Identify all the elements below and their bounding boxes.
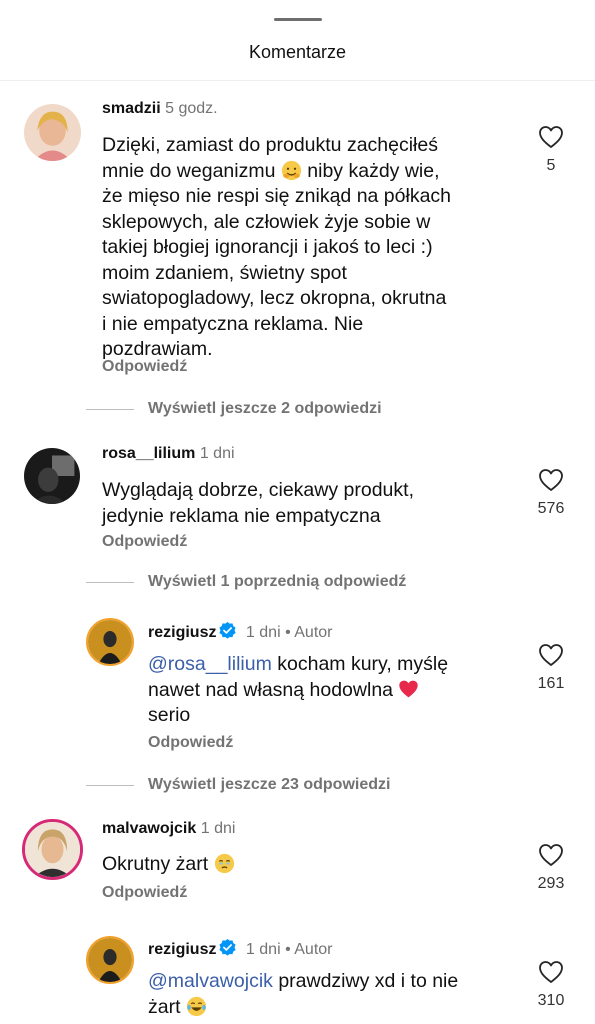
reply-button[interactable]: Odpowiedź	[148, 734, 233, 752]
comment-username[interactable]: rezigiusz	[148, 624, 216, 641]
comment-username[interactable]: malvawojcik	[102, 820, 196, 837]
comment-text: Wyglądają dobrze, ciekawy produkt, jedyn…	[102, 479, 414, 527]
comment-time: 1 dni	[200, 820, 236, 837]
avatar[interactable]	[24, 104, 81, 161]
avatar[interactable]	[24, 448, 80, 504]
mention-link[interactable]: @rosa__lilium	[148, 653, 272, 675]
view-previous-replies[interactable]: Wyświetl 1 poprzednią odpowiedź	[86, 571, 406, 593]
comment-time: 1 dni	[245, 624, 281, 641]
verified-badge-icon	[218, 938, 237, 957]
heart-outline-icon	[539, 844, 563, 866]
mention-link[interactable]: @malvawojcik	[148, 970, 273, 992]
comment-time: 5 godz.	[165, 100, 218, 117]
like-button[interactable]: 161	[529, 643, 573, 693]
header-divider	[0, 80, 595, 81]
view-more-replies[interactable]: Wyświetl jeszcze 23 odpowiedzi	[86, 774, 390, 796]
author-tag: • Autor	[285, 624, 333, 641]
avatar[interactable]	[86, 618, 134, 666]
like-count: 161	[537, 675, 565, 692]
hugging-face-emoji-icon	[281, 160, 302, 181]
red-heart-emoji-icon	[398, 679, 419, 700]
comment-username[interactable]: rezigiusz	[148, 941, 216, 958]
comment-time: 1 dni	[199, 445, 235, 462]
comment-text: Dzięki, zamiast do produktu zachęciłeś m…	[102, 134, 452, 360]
comment-text: Okrutny żart	[102, 852, 235, 878]
sheet-title: Komentarze	[248, 42, 347, 62]
like-count: 5	[546, 157, 556, 174]
heart-outline-icon	[539, 469, 563, 491]
avatar[interactable]	[22, 819, 83, 880]
like-button[interactable]: 5	[529, 125, 573, 175]
like-count: 576	[537, 500, 565, 517]
like-count: 293	[537, 875, 565, 892]
author-tag: • Autor	[285, 941, 333, 958]
comment-time: 1 dni	[245, 941, 281, 958]
reply-button[interactable]: Odpowiedź	[102, 533, 187, 551]
comment-text: @malvawojcik prawdziwy xd i to nie żart	[148, 970, 459, 1018]
comment-username[interactable]: smadzii	[102, 100, 161, 117]
reply-button[interactable]: Odpowiedź	[102, 358, 187, 376]
reply-button[interactable]: Odpowiedź	[102, 884, 187, 902]
avatar[interactable]	[86, 936, 134, 984]
like-button[interactable]: 293	[529, 843, 573, 893]
heart-outline-icon	[539, 126, 563, 148]
face-holding-back-tears-emoji-icon	[214, 853, 235, 874]
comment-username[interactable]: rosa__lilium	[102, 445, 195, 462]
verified-badge-icon	[218, 621, 237, 640]
comment-text: @rosa__lilium kocham kury, myślę nawet n…	[148, 653, 449, 726]
tears-of-joy-emoji-icon	[186, 996, 207, 1017]
like-button[interactable]: 576	[529, 468, 573, 518]
heart-outline-icon	[539, 961, 563, 983]
drag-handle[interactable]	[274, 18, 322, 21]
like-button[interactable]: 310	[529, 960, 573, 1010]
heart-outline-icon	[539, 644, 563, 666]
like-count: 310	[537, 992, 565, 1009]
view-more-replies[interactable]: Wyświetl jeszcze 2 odpowiedzi	[86, 398, 382, 420]
